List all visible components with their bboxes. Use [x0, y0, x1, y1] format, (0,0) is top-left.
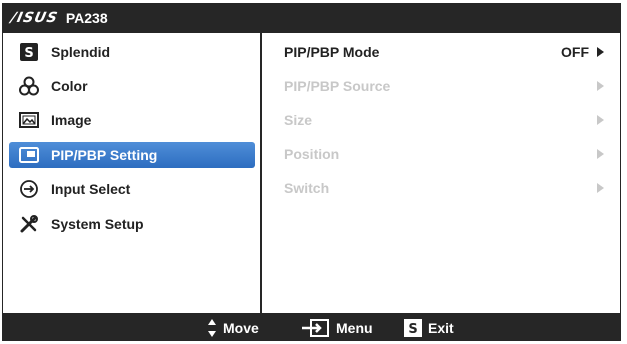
- submenu-item-label: Switch: [284, 180, 330, 196]
- menu-item-label: Image: [51, 112, 92, 128]
- brand-logo-text: /ISUS: [9, 9, 60, 26]
- input-arrow-icon: [19, 179, 39, 199]
- submenu-item-switch: Switch: [284, 177, 604, 199]
- menu-item-image[interactable]: Image: [9, 107, 255, 133]
- enter-arrow-icon: [300, 318, 330, 338]
- menu-hint: Menu: [300, 314, 373, 341]
- arrow-right-icon: [597, 149, 604, 159]
- submenu-item-size: Size: [284, 109, 604, 131]
- splendid-s-icon: S: [404, 318, 422, 337]
- svg-text:S: S: [408, 322, 417, 337]
- submenu-item-position: Position: [284, 143, 604, 165]
- menu-item-label: Color: [51, 78, 88, 94]
- submenu-item-pip-pbp-source: PIP/PBP Source: [284, 75, 604, 97]
- arrow-right-icon: [597, 81, 604, 91]
- pip-window-icon: [19, 145, 39, 165]
- tools-wrench-icon: [19, 214, 39, 234]
- menu-item-label: PIP/PBP Setting: [51, 147, 158, 163]
- menu-item-label: System Setup: [51, 216, 144, 232]
- model-name: PA238: [65, 9, 108, 26]
- exit-label: Exit: [428, 319, 454, 336]
- color-circles-icon: [19, 76, 39, 96]
- submenu-item-value: OFF: [561, 44, 589, 60]
- submenu-item-label: PIP/PBP Mode: [284, 44, 380, 60]
- submenu-item-label: Size: [284, 112, 313, 128]
- splendid-s-icon: S: [19, 42, 39, 62]
- svg-text:S: S: [24, 46, 33, 61]
- title-bar: /ISUS PA238: [2, 3, 621, 32]
- menu-item-pip-pbp-setting[interactable]: PIP/PBP Setting: [9, 142, 255, 168]
- submenu-item-pip-pbp-mode[interactable]: PIP/PBP Mode OFF: [284, 41, 604, 63]
- arrow-right-icon: [597, 115, 604, 125]
- submenu-item-label: Position: [284, 146, 340, 162]
- menu-label: Menu: [336, 319, 373, 336]
- image-picture-icon: [19, 110, 39, 130]
- move-label: Move: [223, 319, 259, 336]
- up-down-arrows-icon: [207, 318, 217, 338]
- menu-item-input-select[interactable]: Input Select: [9, 176, 255, 202]
- arrow-right-icon: [597, 183, 604, 193]
- move-hint: Move: [207, 314, 259, 341]
- asus-logo: /ISUS PA238: [9, 9, 108, 26]
- menu-item-splendid[interactable]: S Splendid: [9, 39, 255, 65]
- menu-item-label: Input Select: [51, 181, 131, 197]
- menu-item-label: Splendid: [51, 44, 111, 60]
- submenu-panel: PIP/PBP Mode OFF PIP/PBP Source Size Pos…: [262, 33, 620, 313]
- main-menu-panel: S Splendid Color Image PIP/PBP Setting I…: [3, 33, 260, 313]
- footer-bar: Move Menu S Exit: [2, 314, 621, 341]
- exit-hint: S Exit: [404, 314, 454, 341]
- menu-item-system-setup[interactable]: System Setup: [9, 211, 255, 237]
- menu-item-color[interactable]: Color: [9, 73, 255, 99]
- arrow-right-icon: [597, 47, 604, 57]
- osd-menu: /ISUS PA238 S Splendid Color Image PIP/P…: [2, 3, 621, 341]
- submenu-item-label: PIP/PBP Source: [284, 78, 391, 94]
